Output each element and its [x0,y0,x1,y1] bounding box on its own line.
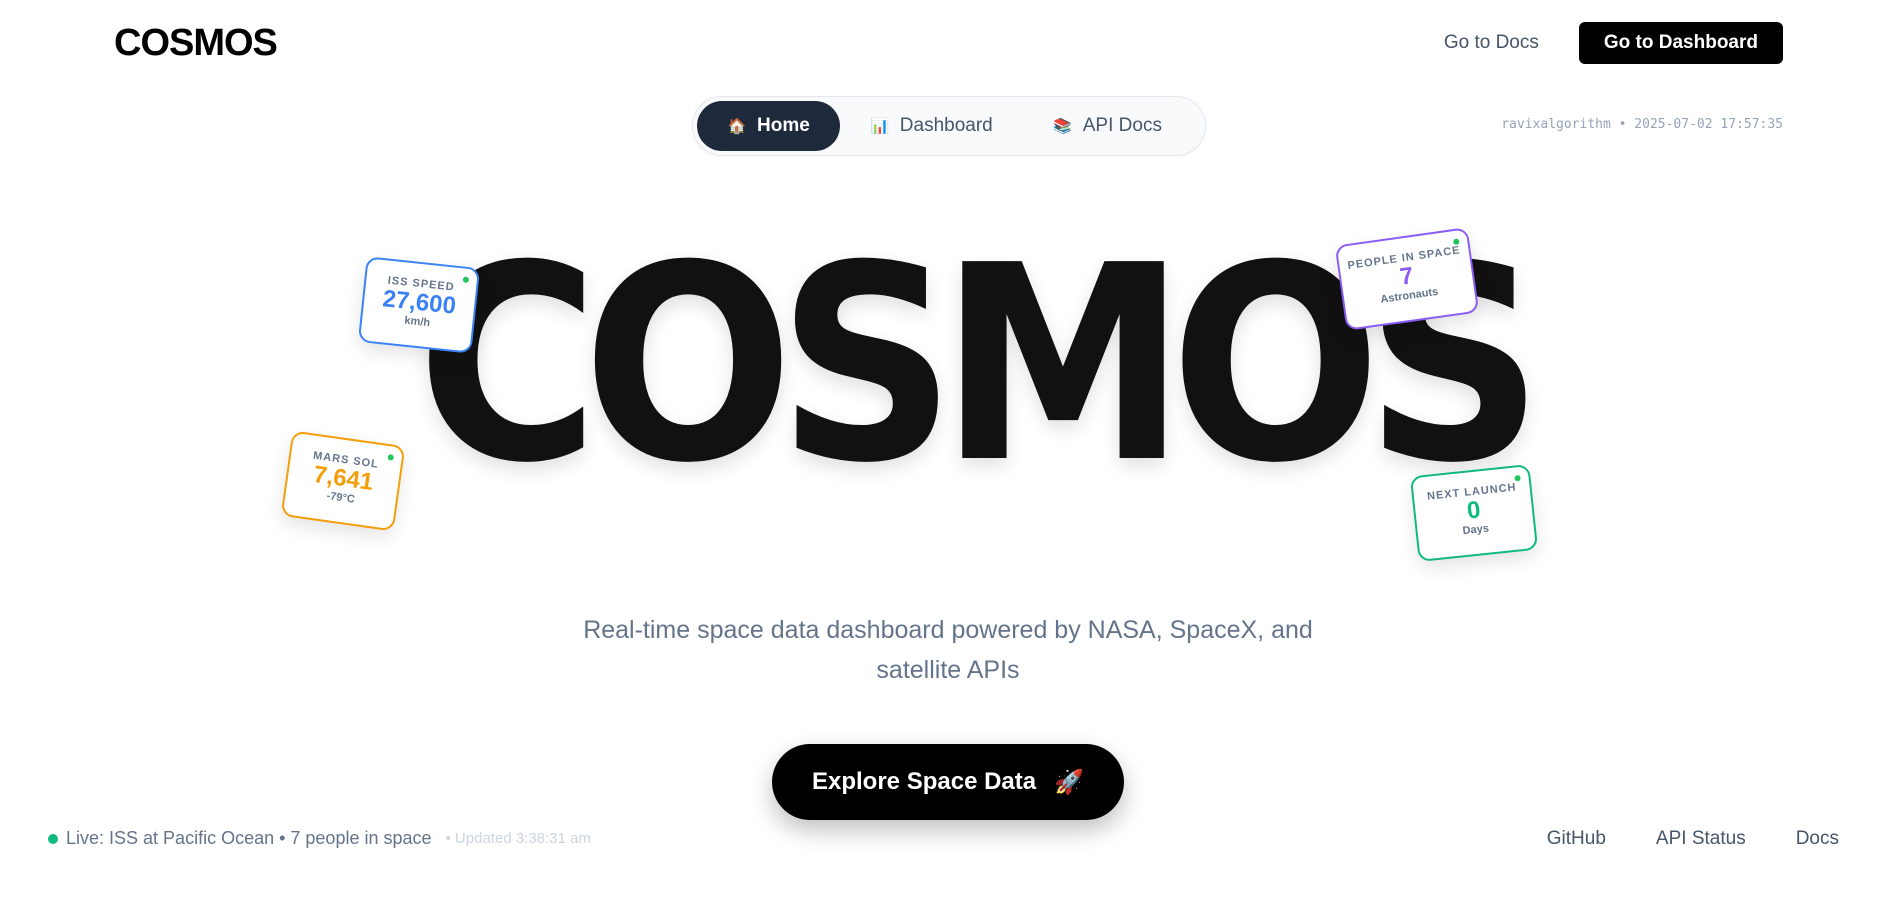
github-link[interactable]: GitHub [1547,828,1606,850]
next-launch-card[interactable]: NEXT LAUNCH 0 Days [1409,463,1539,563]
header-actions: Go to Docs Go to Dashboard [1444,22,1783,64]
nav-tab-dashboard[interactable]: 📊 Dashboard [840,101,1023,151]
nav-tab-label: API Docs [1082,115,1162,136]
footer-links: GitHub API Status Docs [1547,828,1839,850]
explore-space-data-button[interactable]: Explore Space Data 🚀 [772,744,1124,820]
brand-logo[interactable]: COSMOS [114,22,278,65]
docs-link[interactable]: Docs [1796,828,1839,850]
go-to-dashboard-button[interactable]: Go to Dashboard [1578,22,1783,64]
hero-title: COSMOS [416,207,1544,522]
nav-tab-label: Home [757,115,810,136]
nav-tab-label: Dashboard [899,115,993,136]
user-timestamp: ravixalgorithm • 2025-07-02 17:57:35 [1501,117,1783,132]
live-status-text: Live: ISS at Pacific Ocean • 7 people in… [66,828,432,848]
live-dot-icon [48,833,58,844]
nav-tab-api-docs[interactable]: 📚 API Docs [1023,101,1192,151]
go-to-docs-link[interactable]: Go to Docs [1444,32,1539,54]
rocket-icon: 🚀 [1054,768,1084,796]
updated-time: • Updated 3:38:31 am [445,830,591,847]
iss-speed-card[interactable]: ISS SPEED 27,600 km/h [357,256,481,354]
nav-tab-home[interactable]: 🏠 Home [697,101,840,151]
mars-sol-card[interactable]: MARS SOL 7,641 -79°C [280,430,406,532]
main-nav: 🏠 Home 📊 Dashboard 📚 API Docs [692,96,1206,156]
api-status-link[interactable]: API Status [1656,828,1746,850]
hero-tagline: Real-time space data dashboard powered b… [583,616,1313,684]
cta-label: Explore Space Data [812,768,1037,795]
home-icon: 🏠 [727,118,747,135]
books-icon: 📚 [1053,118,1073,135]
chart-icon: 📊 [870,118,890,135]
live-status-bar: Live: ISS at Pacific Ocean • 7 people in… [48,828,591,849]
